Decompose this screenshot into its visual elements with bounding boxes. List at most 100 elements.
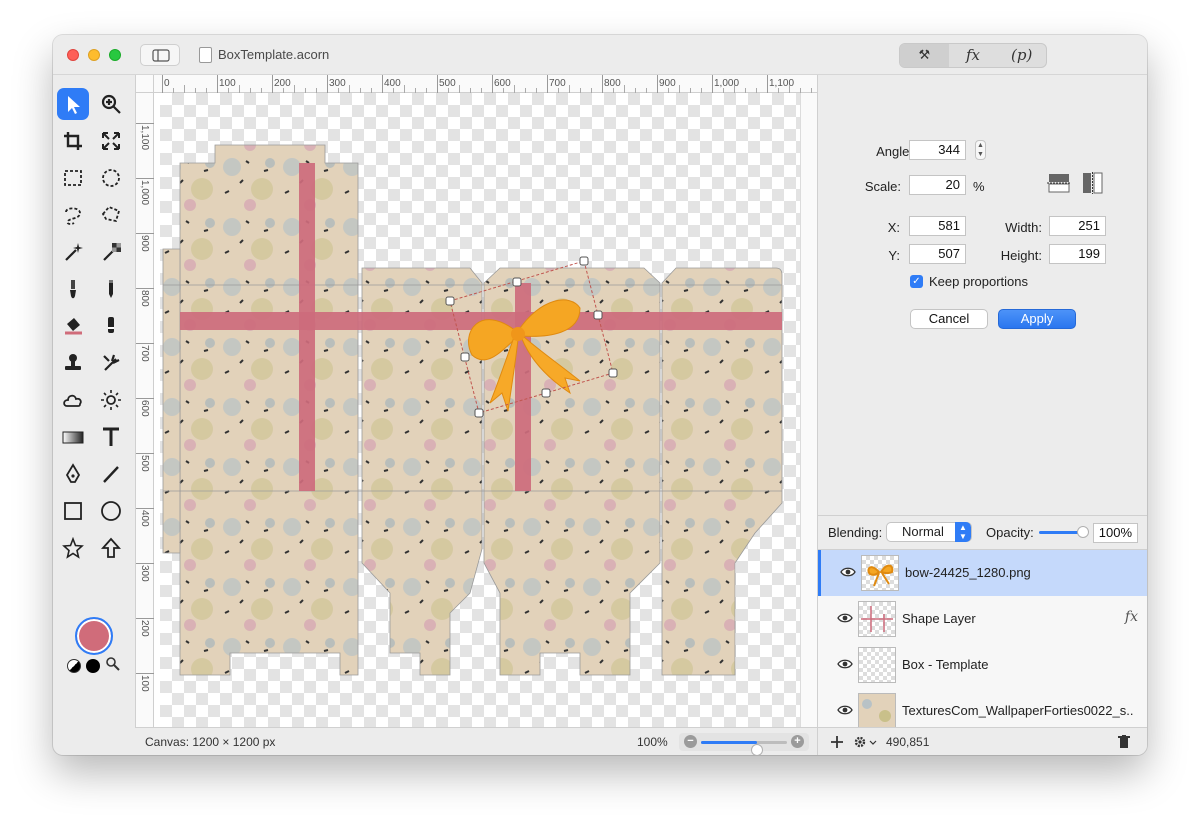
width-field[interactable]: 251 [1049,216,1106,236]
crop-tool[interactable] [57,125,89,157]
layers-list: bow-24425_1280.png Shape Layer fx Box - Tem… [818,549,1147,729]
x-field[interactable]: 581 [909,216,966,236]
ruler-tick [136,123,154,124]
gradient-tool[interactable] [57,421,89,453]
zoom-slider[interactable] [701,741,787,755]
star-tool[interactable] [57,532,89,564]
crop-icon [64,132,82,150]
y-field[interactable]: 507 [909,244,966,264]
magic-wand-tool[interactable] [57,236,89,268]
document-icon [199,47,212,63]
cancel-button[interactable]: Cancel [910,309,988,329]
arrow-select-tool[interactable] [57,88,89,120]
vertical-ruler: 1,100 1,000 900 800 700 600 500 400 300 200 100 [136,93,154,727]
vertical-scrollbar[interactable] [800,93,818,727]
sidebar-toggle-button[interactable] [140,44,180,66]
tab-plugins[interactable]: (p) [997,44,1046,67]
arrow-up-icon [100,537,122,558]
resize-icon [102,132,120,150]
swap-colors-icon[interactable] [67,659,81,673]
trash-icon[interactable] [1118,735,1130,749]
tab-tool-options[interactable]: ⚒ [900,44,949,67]
layer-name: bow-24425_1280.png [905,565,1031,580]
angle-stepper[interactable]: ▲ ▼ [975,140,986,160]
instant-alpha-icon [103,243,121,261]
clone-stamp-tool[interactable] [57,347,89,379]
line-tool[interactable] [95,458,127,490]
cloud-tool[interactable] [57,384,89,416]
ellipse-select-tool[interactable] [95,162,127,194]
brush-icon [70,280,76,299]
ruler-tick [136,673,154,674]
smudge-tool[interactable] [95,310,127,342]
canvas-area[interactable]: 0 100 200 300 400 500 600 700 800 900 1,000 1,100 1… [135,75,818,727]
brush-tool[interactable] [57,273,89,305]
box-template [162,144,783,676]
text-icon [103,427,119,446]
height-label: Height: [1000,248,1042,263]
visibility-eye-icon[interactable] [840,566,856,578]
layer-row[interactable]: bow-24425_1280.png [818,550,1147,596]
ruler-tick [767,75,768,93]
apply-button[interactable]: Apply [998,309,1076,329]
ruler-tick [437,75,438,93]
zoom-in-button[interactable]: + [791,735,804,748]
ruler-minor-tick [349,85,350,93]
angle-field[interactable]: 344 [909,140,966,160]
layer-row[interactable]: Box - Template [818,642,1147,688]
cloud-icon [63,394,82,407]
rectangle-tool[interactable] [57,495,89,527]
flip-horizontal-icon[interactable] [1081,172,1105,194]
zoom-slider-knob[interactable] [750,744,763,755]
add-layer-icon[interactable] [830,735,844,749]
gear-icon[interactable] [852,734,878,750]
visibility-eye-icon[interactable] [837,704,853,716]
ruler-left-label: 800 [139,290,150,307]
paint-bucket-tool[interactable] [57,310,89,342]
keep-proportions-checkbox[interactable]: ✓ [910,275,923,288]
pencil-tool[interactable] [95,273,127,305]
sun-tool[interactable] [95,384,127,416]
layer-fx-icon[interactable]: fx [1125,609,1138,625]
circle-tool[interactable] [95,495,127,527]
minimize-window-button[interactable] [88,49,100,61]
opacity-slider-knob[interactable] [1077,526,1089,538]
rect-select-tool[interactable] [57,162,89,194]
color-loupe-icon[interactable] [105,656,121,675]
resize-tool[interactable] [95,125,127,157]
opacity-label: Opacity: [986,525,1034,540]
default-colors-icon[interactable] [86,659,100,673]
ruler-tick [136,398,154,399]
height-field[interactable]: 199 [1049,244,1106,264]
opacity-field[interactable]: 100% [1093,523,1138,543]
pen-tool[interactable] [57,458,89,490]
lasso-tool[interactable] [57,199,89,231]
instant-alpha-tool[interactable] [95,236,127,268]
status-bar: Canvas: 1200 × 1200 px 100% − + [135,727,817,755]
blending-mode-select[interactable]: Normal ▲ ▼ [886,522,972,542]
scale-field[interactable]: 20 [909,175,966,195]
layer-row[interactable]: Shape Layer fx [818,596,1147,642]
foreground-color-well[interactable] [75,617,113,655]
visibility-eye-icon[interactable] [837,612,853,624]
flip-vertical-icon[interactable] [1047,172,1071,194]
inspector-panel: Angle: 344 ▲ ▼ Scale: 20 % X: 581 Width: … [817,75,1147,755]
visibility-eye-icon[interactable] [837,658,853,670]
ruler-left-label: 900 [139,235,150,252]
zoom-slider-fill [701,741,757,744]
text-tool[interactable] [95,421,127,453]
retouch-tool[interactable] [95,347,127,379]
polygon-lasso-tool[interactable] [95,199,127,231]
close-window-button[interactable] [67,49,79,61]
ruler-minor-tick [459,85,460,93]
ruler-tick [217,75,218,93]
tab-filters[interactable]: fx [949,44,998,67]
zoom-tool[interactable] [95,88,127,120]
image-canvas[interactable] [160,93,800,727]
ruler-tick [382,75,383,93]
zoom-window-button[interactable] [109,49,121,61]
ruler-left-label: 400 [139,510,150,527]
zoom-out-button[interactable]: − [684,735,697,748]
arrow-up-tool[interactable] [95,532,127,564]
ruler-tick [602,75,603,93]
